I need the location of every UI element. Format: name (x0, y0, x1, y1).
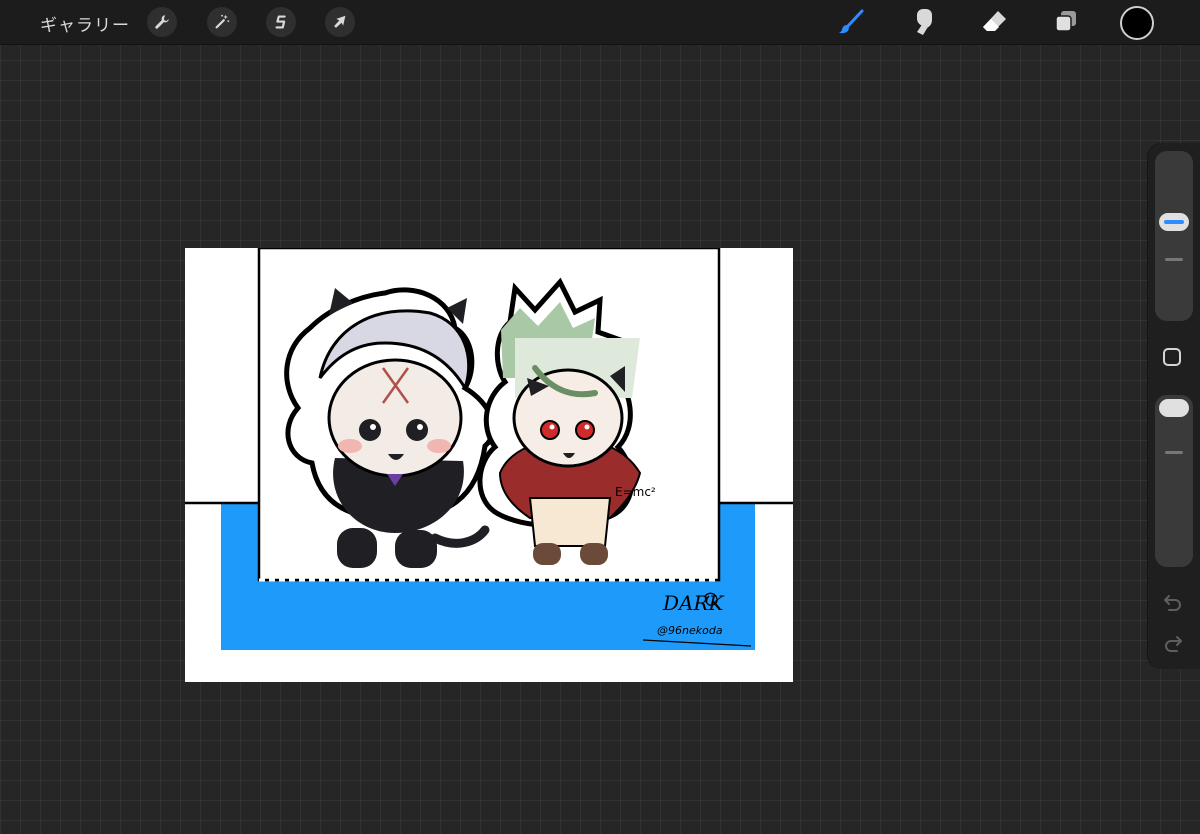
eraser-tool-button[interactable] (979, 6, 1011, 38)
transform-button[interactable] (325, 7, 355, 37)
smudge-finger-icon (917, 9, 932, 35)
adjustments-button[interactable] (207, 7, 237, 37)
artwork: E=mc² DARK @96nekoda (185, 246, 793, 650)
layers-icon (1055, 11, 1076, 32)
sidebar (1148, 143, 1200, 669)
magic-wand-icon (215, 14, 230, 29)
opacity-thumb[interactable] (1159, 399, 1189, 417)
wrench-icon (155, 15, 169, 29)
redo-icon (1165, 636, 1182, 652)
slider-marker (1165, 451, 1183, 454)
modify-button[interactable] (1163, 348, 1181, 366)
slider-marker (1165, 258, 1183, 261)
signature-handle: @96nekoda (657, 624, 723, 637)
undo-button[interactable] (1161, 592, 1185, 614)
brush-tool-button[interactable] (835, 6, 867, 38)
top-toolbar: ギャラリー (0, 0, 1200, 45)
color-picker-button[interactable] (1120, 6, 1154, 40)
undo-icon (1164, 595, 1181, 611)
smudge-tool-button[interactable] (907, 6, 939, 38)
gallery-button[interactable]: ギャラリー (40, 11, 130, 36)
formula-text: E=mc² (615, 485, 656, 499)
arrow-cursor-icon (334, 15, 346, 28)
drawing-canvas[interactable]: E=mc² DARK @96nekoda (185, 246, 793, 682)
layers-button[interactable] (1050, 6, 1082, 38)
redo-button[interactable] (1161, 633, 1185, 655)
brush-icon (838, 9, 864, 34)
brush-size-slider[interactable] (1155, 151, 1193, 321)
selection-button[interactable] (266, 7, 296, 37)
slider-thumb-indicator (1164, 219, 1184, 224)
eraser-icon (983, 11, 1006, 31)
brush-size-thumb[interactable] (1159, 212, 1189, 231)
opacity-slider[interactable] (1155, 395, 1193, 567)
selection-s-icon (275, 15, 286, 29)
actions-button[interactable] (147, 7, 177, 37)
